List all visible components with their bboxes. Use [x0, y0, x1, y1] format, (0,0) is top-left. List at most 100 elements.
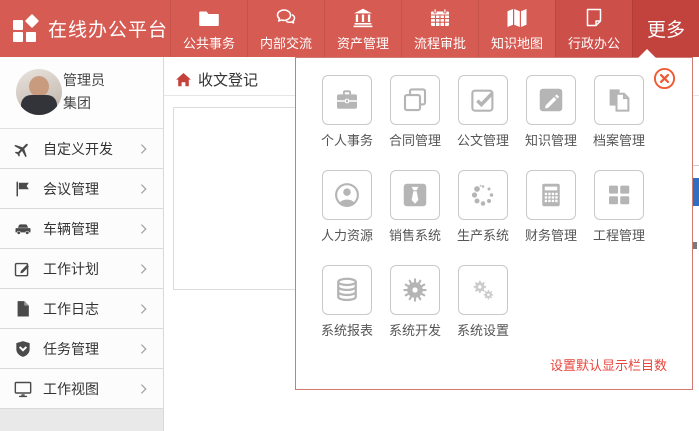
app-archive-management[interactable]: 档案管理: [585, 75, 653, 149]
app-human-resources[interactable]: 人力资源: [313, 170, 381, 244]
sidebar-item-work-log[interactable]: 工作日志: [0, 289, 163, 329]
topbar-item-administrative-office[interactable]: 行政办公: [555, 0, 632, 57]
topbar-item-internal-communication[interactable]: 内部交流: [247, 0, 324, 57]
sidebar-item-task-management[interactable]: 任务管理: [0, 329, 163, 369]
sidebar-item-label: 会议管理: [43, 179, 137, 199]
topbar-item-knowledge-map[interactable]: 知识地图: [478, 0, 555, 57]
app-label: 档案管理: [593, 130, 645, 149]
app-system-development[interactable]: 系统开发: [381, 265, 449, 339]
app-project-management[interactable]: 工程管理: [585, 170, 653, 244]
chat-icon: [274, 5, 298, 31]
app-label: 知识管理: [525, 130, 577, 149]
pencil-icon: [526, 75, 576, 125]
app-label: 销售系统: [389, 225, 441, 244]
folder-icon: [197, 5, 221, 31]
topbar-nav: 公共事务 内部交流 资产管理 流程审批: [170, 0, 632, 57]
logo-icon: [13, 15, 40, 42]
car-icon: [13, 219, 33, 239]
app-logo[interactable]: 在线办公平台: [0, 0, 170, 57]
calculator-icon: [526, 170, 576, 220]
app-system-reports[interactable]: 系统报表: [313, 265, 381, 339]
topbar-item-workflow-approval[interactable]: 流程审批: [401, 0, 478, 57]
topbar-item-label: 内部交流: [260, 33, 312, 52]
document-icon: [582, 5, 606, 31]
topbar: 在线办公平台 公共事务 内部交流 资产管理: [0, 0, 699, 57]
avatar: [16, 69, 62, 115]
app-label: 系统开发: [389, 320, 441, 339]
breadcrumb: 收文登记: [175, 69, 258, 90]
app-label: 系统报表: [321, 320, 373, 339]
sidebar-item-label: 车辆管理: [43, 219, 137, 239]
app-production-system[interactable]: 生产系统: [449, 170, 517, 244]
shield-icon: [13, 339, 33, 359]
sidebar-item-label: 工作视图: [43, 379, 137, 399]
flag-icon: [13, 179, 33, 199]
app-label: 生产系统: [457, 225, 509, 244]
topbar-item-label: 行政办公: [568, 33, 620, 52]
app-label: 系统设置: [457, 320, 509, 339]
spinner-icon: [458, 170, 508, 220]
app-knowledge-management[interactable]: 知识管理: [517, 75, 585, 149]
file-icon: [13, 299, 33, 319]
chevron-right-icon: [137, 262, 151, 276]
briefcase-icon: [322, 75, 372, 125]
calendar-icon: [428, 5, 452, 31]
app-system-settings[interactable]: 系统设置: [449, 265, 517, 339]
app-personal-affairs[interactable]: 个人事务: [313, 75, 381, 149]
chevron-right-icon: [137, 182, 151, 196]
sidebar-item-custom-development[interactable]: 自定义开发: [0, 129, 163, 169]
home-icon: [175, 72, 192, 88]
sidebar-item-label: 工作计划: [43, 259, 137, 279]
app-label: 公文管理: [457, 130, 509, 149]
popup-arrow: [638, 49, 656, 58]
set-default-columns-link[interactable]: 设置默认显示栏目数: [550, 355, 667, 374]
sidebar-item-vehicle-management[interactable]: 车辆管理: [0, 209, 163, 249]
database-icon: [322, 265, 372, 315]
app-label: 财务管理: [525, 225, 577, 244]
app-document-management[interactable]: 公文管理: [449, 75, 517, 149]
sidebar-filler: [0, 409, 163, 431]
chevron-right-icon: [137, 222, 151, 236]
sidebar-menu: 自定义开发 会议管理 车辆管理 工: [0, 129, 163, 409]
topbar-item-label: 流程审批: [414, 33, 466, 52]
monitor-icon: [13, 379, 33, 399]
topbar-item-label: 知识地图: [491, 33, 543, 52]
plane-icon: [13, 139, 33, 159]
chevron-right-icon: [137, 382, 151, 396]
app-window: 在线办公平台 公共事务 内部交流 资产管理: [0, 0, 699, 431]
user-card[interactable]: 管理员 集团: [0, 57, 163, 129]
tie-icon: [390, 170, 440, 220]
bank-icon: [351, 5, 375, 31]
app-label: 工程管理: [593, 225, 645, 244]
more-apps-popup: 个人事务 合同管理 公文管理 知识管理: [295, 57, 693, 390]
app-contract-management[interactable]: 合同管理: [381, 75, 449, 149]
user-org: 集团: [63, 93, 91, 113]
breadcrumb-label: 收文登记: [198, 69, 258, 90]
sidebar-item-meeting-management[interactable]: 会议管理: [0, 169, 163, 209]
background-text-fragment: [693, 242, 697, 249]
edit-icon: [13, 259, 33, 279]
gear-icon: [390, 265, 440, 315]
topbar-item-asset-management[interactable]: 资产管理: [324, 0, 401, 57]
app-sales-system[interactable]: 销售系统: [381, 170, 449, 244]
app-label: 个人事务: [321, 130, 373, 149]
app-label: 人力资源: [321, 225, 373, 244]
sidebar-item-label: 自定义开发: [43, 139, 137, 159]
more-button-label: 更多: [647, 15, 685, 42]
chevron-right-icon: [137, 302, 151, 316]
grid-icon: [594, 170, 644, 220]
topbar-item-label: 公共事务: [183, 33, 235, 52]
chevron-right-icon: [137, 342, 151, 356]
user-circle-icon: [322, 170, 372, 220]
sidebar-item-label: 任务管理: [43, 339, 137, 359]
sidebar-item-label: 工作日志: [43, 299, 137, 319]
topbar-item-public-affairs[interactable]: 公共事务: [170, 0, 247, 57]
check-square-icon: [458, 75, 508, 125]
sidebar-item-work-view[interactable]: 工作视图: [0, 369, 163, 409]
gears-icon: [458, 265, 508, 315]
topbar-item-label: 资产管理: [337, 33, 389, 52]
documents-icon: [594, 75, 644, 125]
app-finance-management[interactable]: 财务管理: [517, 170, 585, 244]
user-name: 管理员: [63, 70, 105, 90]
sidebar-item-work-plan[interactable]: 工作计划: [0, 249, 163, 289]
